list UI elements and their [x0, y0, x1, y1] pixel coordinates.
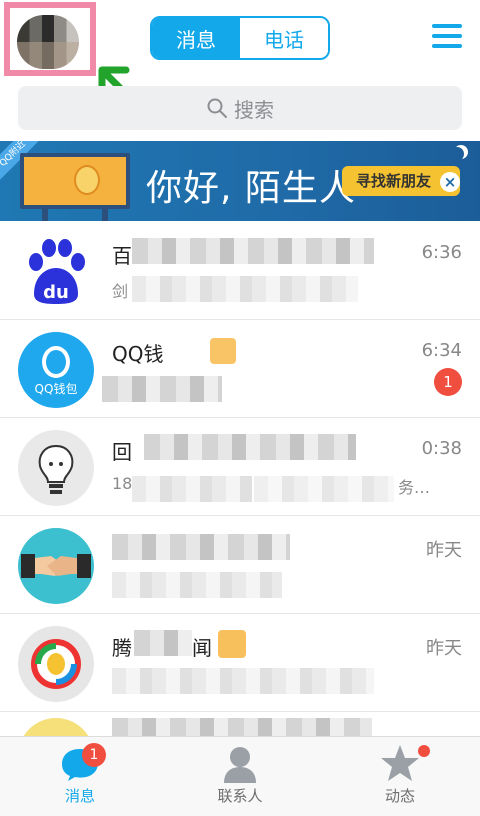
conversation-name-tail: 闻: [192, 636, 212, 660]
conversation-time: 0:38: [421, 438, 462, 459]
search-placeholder: 搜索: [234, 97, 274, 122]
app-screen: 消息 电话 搜索 QQ附近 你好, 陌生人 寻找新朋友 × du 百 剑 6:3…: [0, 0, 480, 816]
avatar[interactable]: [17, 15, 79, 69]
unread-badge: 1: [434, 368, 462, 396]
star-icon: [381, 745, 419, 781]
conversation-preview: 18: [112, 474, 133, 493]
nearby-banner[interactable]: QQ附近 你好, 陌生人 寻找新朋友 ×: [0, 141, 480, 221]
nav-messages-label: 消息: [64, 787, 95, 805]
conversation-list: du 百 剑 6:36 QQ钱包 QQ钱 6:34 1 回 18 务… 0:38…: [0, 222, 480, 758]
message-call-tabs: 消息 电话: [150, 16, 330, 60]
conversation-row[interactable]: 昨天: [0, 516, 480, 614]
menu-icon[interactable]: [432, 24, 462, 50]
conversation-row[interactable]: QQ钱包 QQ钱 6:34 1: [0, 320, 480, 418]
conversation-name: 腾: [112, 636, 132, 660]
conversation-preview: 剑: [112, 282, 129, 301]
conversation-preview-tail: 务…: [398, 478, 431, 497]
tab-messages[interactable]: 消息: [152, 18, 240, 58]
conversation-row[interactable]: du 百 剑 6:36: [0, 222, 480, 320]
avatar-highlight-box: [4, 2, 96, 76]
nav-contacts-label: 联系人: [217, 787, 263, 805]
conversation-name: QQ钱: [112, 342, 164, 366]
qq-wallet-icon: QQ钱包: [18, 332, 94, 408]
conversation-row[interactable]: 腾 闻 昨天: [0, 614, 480, 712]
bottom-navigation: 1 消息 联系人 动态: [0, 736, 480, 816]
svg-text:du: du: [43, 282, 69, 303]
banner-title: 你好, 陌生人: [146, 168, 356, 209]
conversation-name: 百: [112, 244, 132, 268]
qq-wallet-label: QQ钱包: [34, 382, 78, 396]
nav-messages[interactable]: 1 消息: [20, 743, 140, 806]
conversation-time: 6:36: [421, 242, 462, 263]
conversation-time: 昨天: [426, 540, 462, 561]
conversation-name: 回: [112, 440, 132, 464]
conversation-time: 6:34: [421, 340, 462, 361]
contact-person-icon: [224, 747, 256, 783]
conversation-time: 昨天: [426, 638, 462, 659]
moon-icon: [450, 147, 464, 161]
conversation-row[interactable]: 回 18 务… 0:38: [0, 418, 480, 516]
search-icon: [207, 98, 227, 118]
banner-close-icon[interactable]: ×: [440, 172, 460, 192]
baidu-paw-icon: du: [18, 234, 94, 310]
billboard-illustration: [20, 153, 130, 221]
top-bar: 消息 电话 搜索: [0, 0, 480, 140]
nav-updates-dot: [418, 745, 430, 757]
tab-calls[interactable]: 电话: [240, 18, 328, 58]
search-bar[interactable]: 搜索: [18, 86, 462, 130]
nav-contacts[interactable]: 联系人: [180, 743, 300, 806]
nav-updates[interactable]: 动态: [340, 743, 460, 806]
lightbulb-face-icon: [18, 430, 94, 506]
tencent-news-icon: [18, 626, 94, 702]
nav-updates-label: 动态: [384, 787, 415, 805]
nav-messages-badge: 1: [82, 743, 106, 767]
handshake-icon: [18, 528, 94, 604]
